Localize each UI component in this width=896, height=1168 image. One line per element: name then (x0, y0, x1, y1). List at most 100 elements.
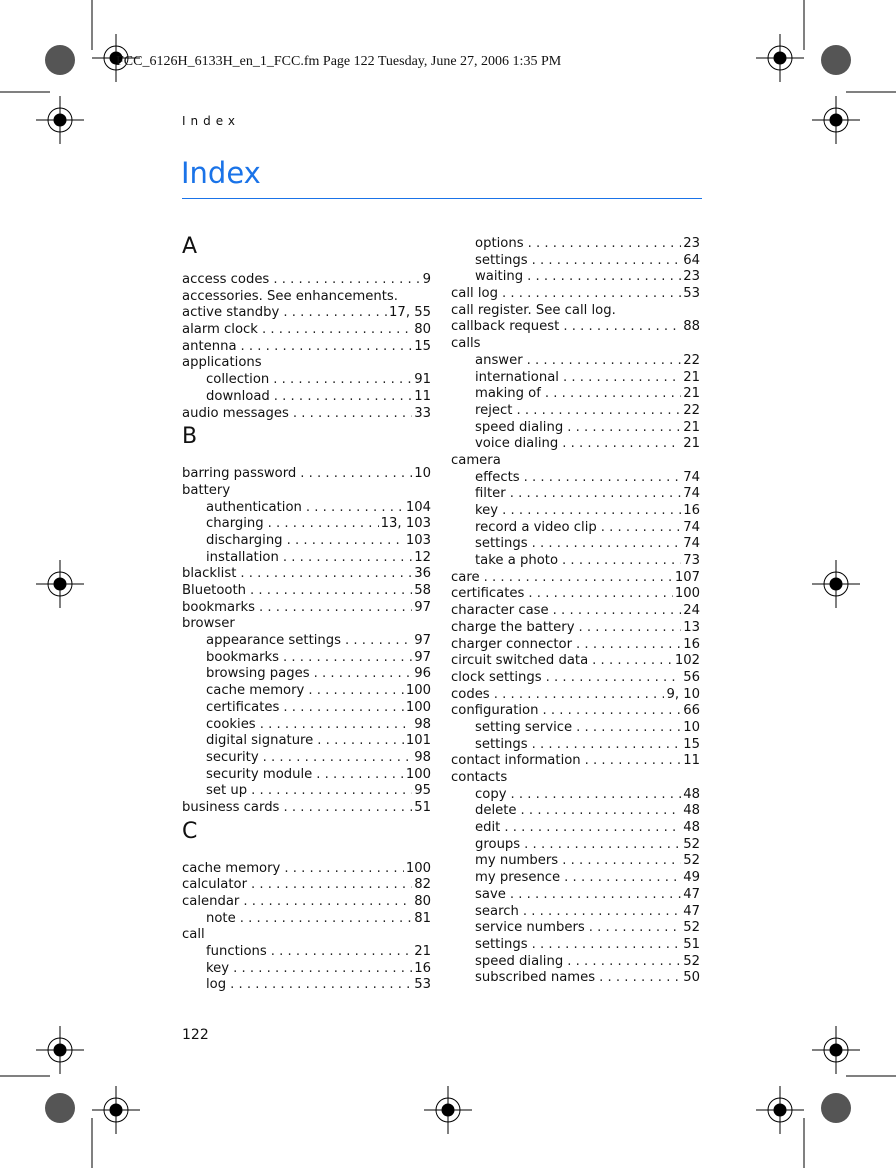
index-term: download (206, 388, 270, 404)
page-ref: 52 (683, 853, 700, 869)
index-entry: speed dialing 21 (451, 420, 700, 437)
index-term: record a video clip (475, 519, 597, 535)
index-term: save (475, 886, 506, 902)
index-term: barring password (182, 466, 297, 482)
index-entry: calls (451, 336, 700, 353)
page-ref: 53 (683, 286, 700, 302)
page-ref: 56 (683, 669, 700, 685)
page-ref (209, 927, 211, 944)
index-term: settings (475, 252, 528, 268)
page-ref: 97 (414, 599, 431, 615)
dot-leader (259, 600, 412, 617)
dot-leader (502, 503, 681, 520)
dot-leader (528, 236, 682, 253)
running-header: Index (182, 114, 241, 128)
page-ref: 100 (405, 683, 431, 699)
index-letter-heading: B (182, 424, 198, 450)
index-entry: making of 21 (451, 386, 700, 403)
index-entry: browsing pages 96 (182, 666, 431, 683)
dot-leader (494, 687, 665, 704)
index-entry: certificates 100 (451, 586, 700, 603)
page-ref: 10 (414, 466, 431, 482)
index-entry: bookmarks 97 (182, 600, 431, 617)
index-term: access codes (182, 272, 270, 287)
dot-leader (521, 803, 682, 820)
page-ref: 21 (683, 386, 700, 402)
index-entry: save 47 (451, 887, 700, 904)
index-entry: authentication 104 (182, 500, 431, 517)
index-entry: settings 51 (451, 937, 700, 954)
index-entry: certificates 100 (182, 700, 431, 717)
index-term: collection (206, 372, 270, 388)
page-ref: 98 (414, 716, 431, 732)
page-ref: 97 (414, 633, 431, 649)
index-entry: record a video clip 74 (451, 520, 700, 537)
dot-leader (316, 767, 404, 784)
index-term: circuit switched data (451, 653, 589, 669)
dot-leader (308, 683, 403, 700)
index-letter-heading: C (182, 818, 198, 844)
index-column-left: Aaccess codes 9 accessories. See enhanceme… (182, 232, 431, 994)
index-term: delete (475, 803, 517, 819)
dot-leader (263, 750, 413, 767)
dot-leader (532, 937, 682, 954)
index-entry: configuration 66 (451, 703, 700, 720)
index-term: charging (206, 516, 264, 532)
dot-leader (553, 603, 682, 620)
dot-leader (240, 566, 412, 583)
index-entry: settings 64 (451, 253, 700, 270)
page-ref: 48 (683, 803, 700, 819)
index-term: setting service (475, 719, 573, 735)
page-ref: 11 (414, 388, 431, 404)
index-term: accessories. See enhancements. (182, 288, 398, 304)
dot-leader (484, 570, 673, 587)
index-term: security module (206, 766, 313, 782)
page-ref: 100 (405, 766, 431, 782)
page-ref: 74 (683, 486, 700, 502)
index-term: camera (451, 452, 501, 468)
page-ref: 13, 103 (380, 516, 431, 532)
page-ref (505, 453, 507, 470)
page-ref: 51 (683, 936, 700, 952)
page-ref: 80 (414, 322, 431, 338)
page-ref: 58 (414, 583, 431, 598)
page-ref: 21 (683, 419, 700, 435)
index-entry: antenna 15 (182, 339, 431, 356)
page-ref (239, 616, 241, 633)
index-term: business cards (182, 799, 280, 815)
index-term: character case (451, 603, 549, 619)
dot-leader (262, 322, 412, 339)
index-term: international (475, 369, 559, 385)
dot-leader (562, 553, 681, 570)
dot-leader (532, 536, 682, 553)
index-term: settings (475, 936, 528, 952)
page-ref: 22 (683, 402, 700, 418)
index-entry: care 107 (451, 570, 700, 587)
page-ref: 16 (414, 960, 431, 976)
index-term: antenna (182, 338, 237, 354)
page-ref (485, 336, 487, 353)
page-ref: 80 (414, 894, 431, 909)
index-entry: take a photo 73 (451, 553, 700, 570)
dot-leader (510, 486, 682, 503)
dot-leader (579, 620, 682, 637)
dot-leader (230, 977, 412, 994)
index-term: bookmarks (206, 649, 280, 665)
index-entry: character case 24 (451, 603, 700, 620)
index-entry: security module 100 (182, 767, 431, 784)
index-term: call register. See call log. (451, 302, 616, 318)
page-ref: 23 (683, 269, 700, 285)
dot-leader (601, 520, 681, 537)
file-slug: FCC_6126H_6133H_en_1_FCC.fm Page 122 Tue… (116, 54, 562, 69)
dot-leader (502, 286, 681, 303)
dot-leader (240, 911, 413, 928)
index-term: security (206, 749, 259, 765)
index-entry: codes 9, 10 (451, 687, 700, 704)
page-ref: 101 (405, 733, 431, 749)
page-ref: 66 (683, 703, 700, 719)
index-entry: my presence 49 (451, 870, 700, 887)
index-entry: reject 22 (451, 403, 700, 420)
dot-leader (273, 372, 412, 389)
index-term: contact information (451, 753, 581, 769)
index-entry: international 21 (451, 370, 700, 387)
